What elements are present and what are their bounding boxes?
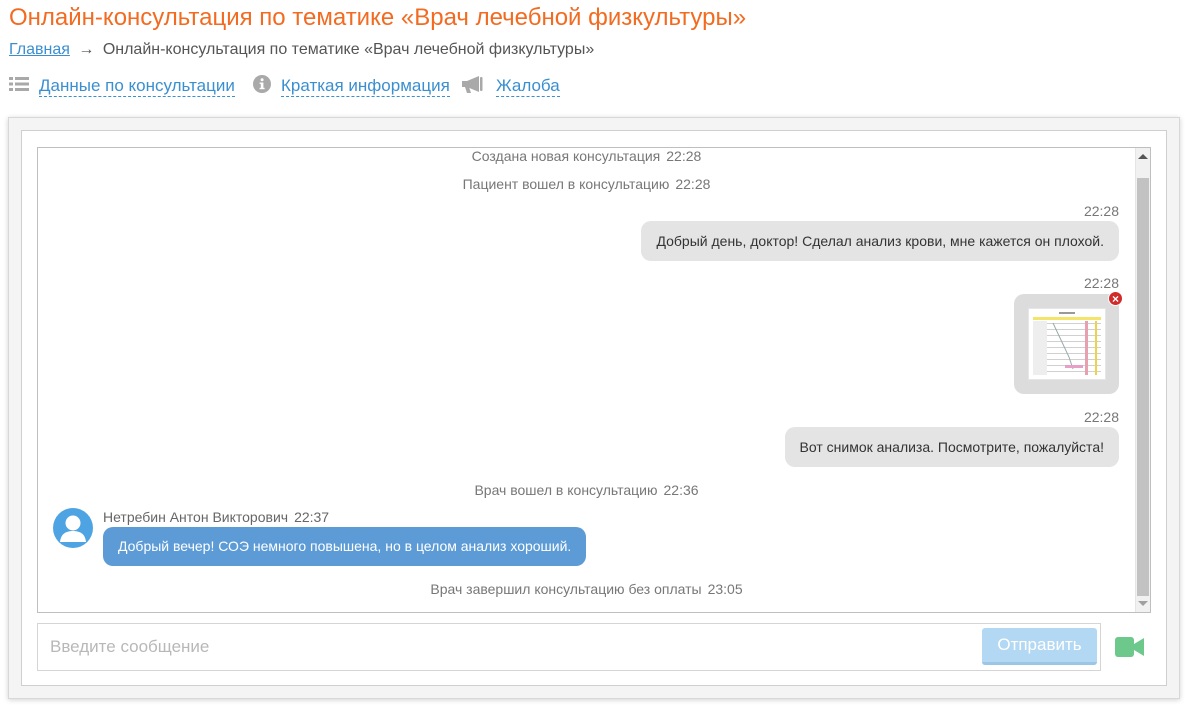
consultation-data-link[interactable]: Данные по консультации bbox=[39, 76, 235, 97]
message-time: 22:28 bbox=[1083, 275, 1119, 291]
page-title: Онлайн-консультация по тематике «Врач ле… bbox=[9, 4, 747, 31]
breadcrumb: Главная → Онлайн-консультация по тематик… bbox=[9, 41, 594, 59]
patient-message: Вот снимок анализа. Посмотрите, пожалуйс… bbox=[784, 427, 1119, 467]
chat-scrollbar[interactable] bbox=[1135, 148, 1150, 612]
event-time: 22:28 bbox=[675, 176, 711, 192]
video-camera-icon[interactable] bbox=[1115, 636, 1145, 658]
list-icon bbox=[9, 76, 29, 97]
user-icon bbox=[60, 515, 86, 542]
breadcrumb-arrow: → bbox=[78, 41, 95, 58]
breadcrumb-home-link[interactable]: Главная bbox=[9, 41, 70, 58]
scroll-up-arrow-icon[interactable] bbox=[1138, 154, 1148, 159]
complaint-action[interactable]: Жалоба bbox=[462, 74, 560, 98]
consultation-panel: Создана новая консультация 22:28 Пациент … bbox=[8, 117, 1180, 699]
image-thumbnail[interactable] bbox=[1028, 308, 1106, 380]
message-composer: Отправить bbox=[37, 623, 1101, 671]
scrollbar-thumb[interactable] bbox=[1137, 178, 1149, 596]
chat-messages: Создана новая консультация 22:28 Пациент … bbox=[38, 148, 1135, 612]
system-event: Создана новая консультация 22:28 bbox=[38, 148, 1135, 164]
brief-info-link[interactable]: Краткая информация bbox=[281, 76, 450, 97]
patient-image-message[interactable]: × bbox=[1014, 291, 1123, 394]
event-text: Создана новая консультация bbox=[471, 148, 661, 164]
message-input[interactable] bbox=[38, 624, 978, 670]
system-event: Пациент вошел в консультацию 22:28 bbox=[38, 176, 1135, 192]
message-time: 22:37 bbox=[294, 509, 330, 525]
chat-container: Создана новая консультация 22:28 Пациент … bbox=[21, 130, 1167, 686]
megaphone-icon bbox=[462, 75, 486, 98]
system-event: Врач вошел в консультацию 22:36 bbox=[38, 482, 1135, 498]
message-time: 22:28 bbox=[1083, 409, 1119, 425]
chat-window[interactable]: Создана новая консультация 22:28 Пациент … bbox=[37, 147, 1151, 613]
brief-info-action[interactable]: Краткая информация bbox=[253, 74, 450, 98]
event-time: 22:28 bbox=[666, 148, 702, 164]
doctor-header: Нетребин Антон Викторович 22:37 bbox=[103, 509, 329, 525]
remove-attachment-icon[interactable]: × bbox=[1108, 291, 1123, 306]
doctor-avatar bbox=[53, 508, 93, 548]
info-icon bbox=[253, 74, 271, 98]
patient-message: Добрый день, доктор! Сделал анализ крови… bbox=[641, 221, 1119, 261]
send-button[interactable]: Отправить bbox=[982, 628, 1097, 665]
doctor-name: Нетребин Антон Викторович bbox=[103, 509, 289, 525]
event-text: Врач вошел в консультацию bbox=[474, 482, 658, 498]
system-event: Врач завершил консультацию без оплаты 23:… bbox=[38, 581, 1135, 597]
breadcrumb-current: Онлайн-консультация по тематике «Врач ле… bbox=[102, 41, 595, 58]
consultation-data-action[interactable]: Данные по консультации bbox=[9, 74, 235, 98]
event-time: 23:05 bbox=[707, 581, 743, 597]
scroll-down-arrow-icon[interactable] bbox=[1138, 601, 1148, 606]
event-text: Пациент вошел в консультацию bbox=[462, 176, 670, 192]
complaint-link[interactable]: Жалоба bbox=[496, 76, 560, 97]
event-text: Врач завершил консультацию без оплаты bbox=[430, 581, 702, 597]
message-time: 22:28 bbox=[1083, 203, 1119, 219]
doctor-message: Добрый вечер! СОЭ немного повышена, но в… bbox=[103, 527, 587, 566]
event-time: 22:36 bbox=[663, 482, 699, 498]
